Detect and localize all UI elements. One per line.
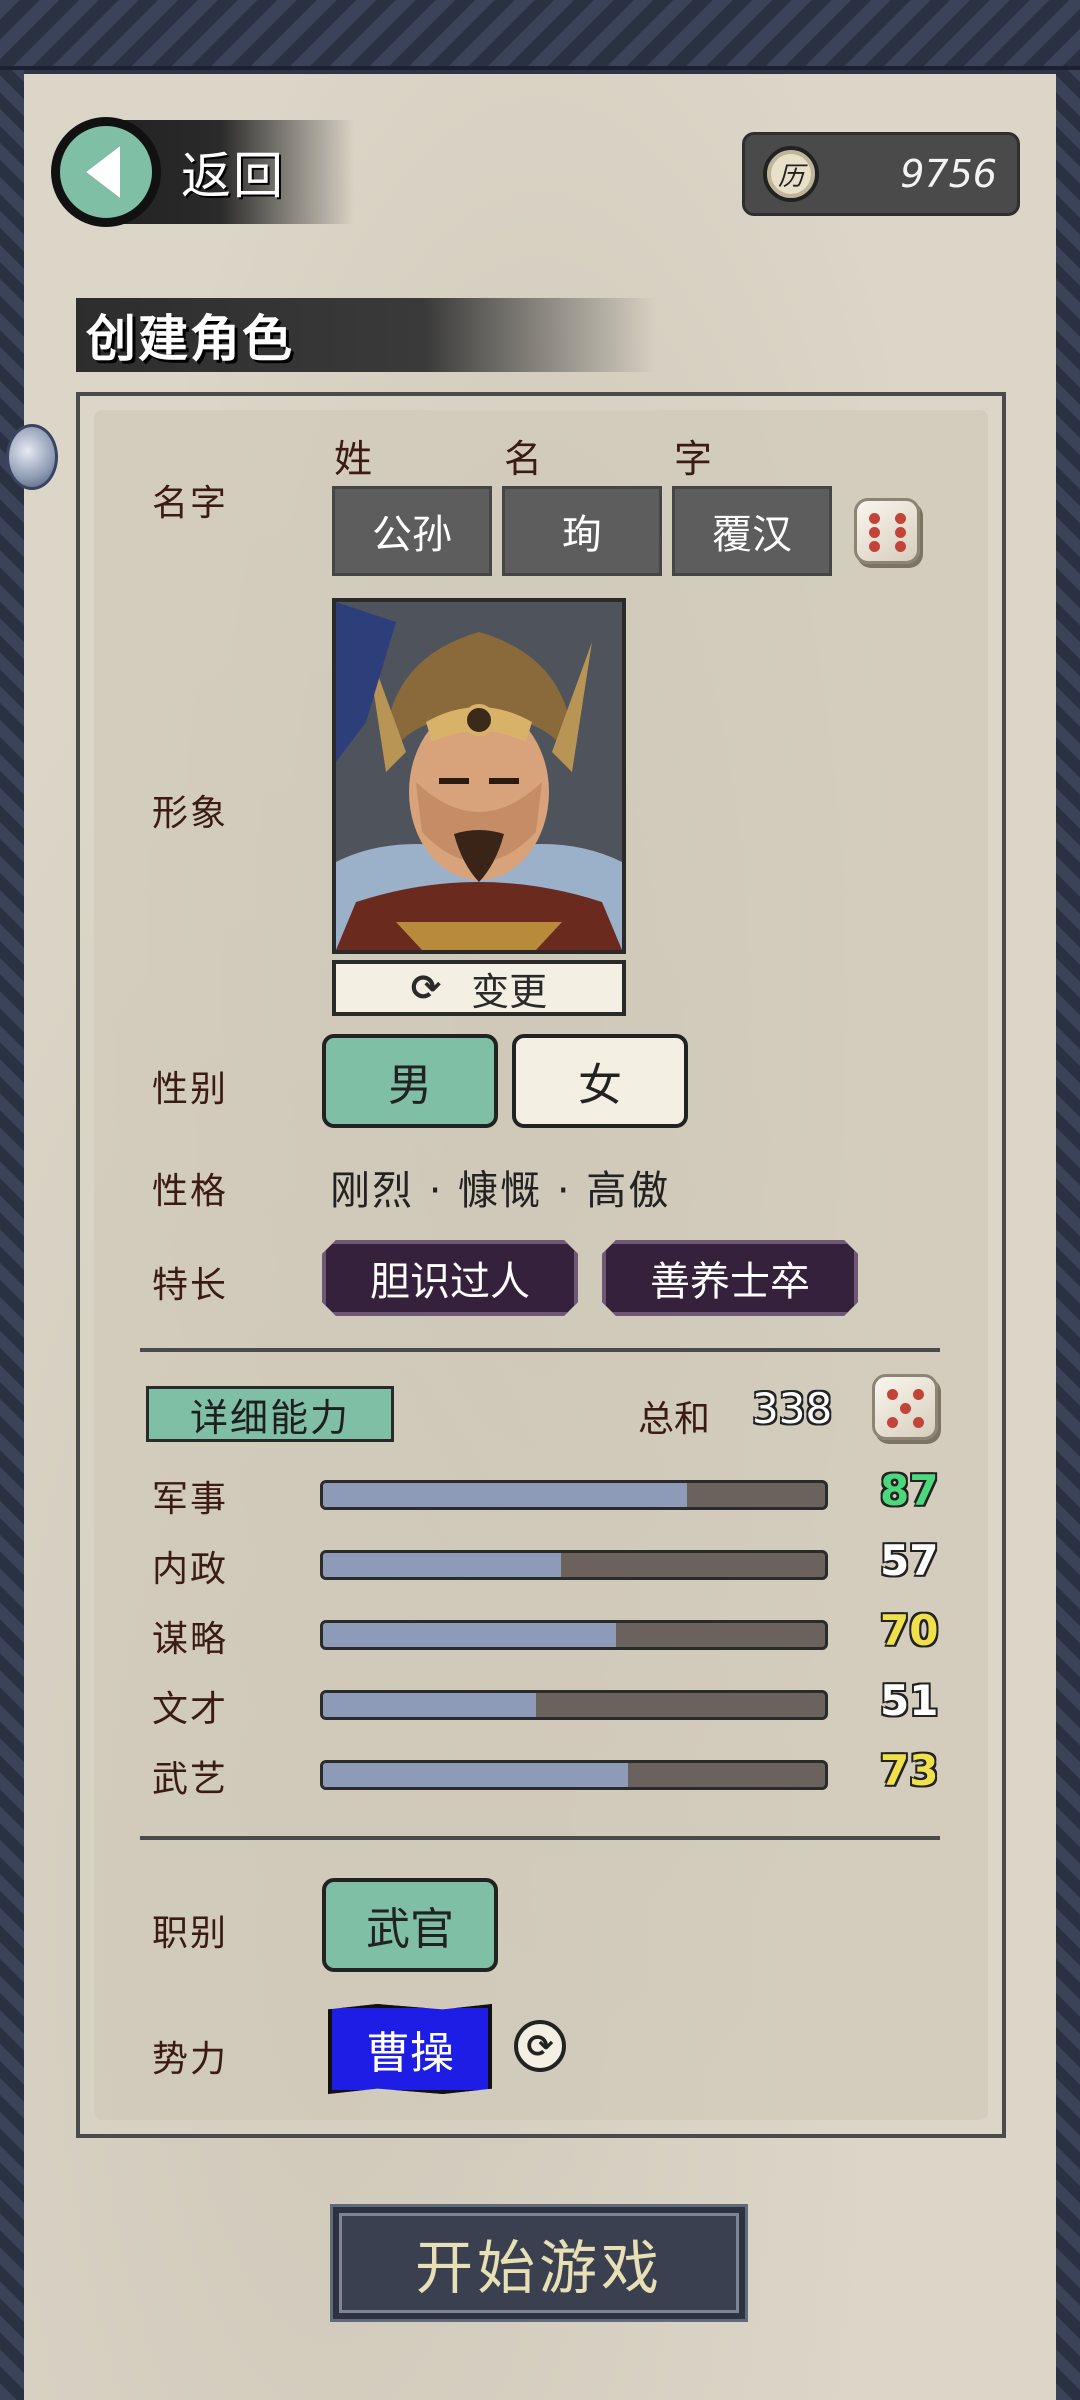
stat-bar-fill [323, 1763, 629, 1787]
stat-bar-fill [323, 1693, 537, 1717]
left-border-ornament [0, 70, 24, 2400]
right-border-ornament [1056, 70, 1080, 2400]
start-game-button[interactable]: 开始游戏 [330, 2204, 748, 2322]
courtesy-name-field[interactable]: 覆汉 [672, 486, 832, 576]
currency-amount: 9756 [900, 152, 997, 196]
portrait-label: 形象 [152, 793, 229, 834]
stat-label: 内政 [152, 1549, 229, 1590]
personality-label: 性格 [152, 1171, 229, 1212]
change-portrait-button[interactable]: ⟳ 变更 [332, 960, 626, 1016]
surname-header: 姓 [334, 437, 373, 481]
coin-icon: 历 [763, 146, 819, 202]
divider [140, 1836, 940, 1840]
faction-refresh-icon[interactable]: ⟳ [514, 2020, 566, 2072]
specialty-item[interactable]: 胆识过人 [322, 1240, 578, 1316]
currency-display: 历 9756 [742, 132, 1020, 216]
stat-label: 军事 [152, 1479, 229, 1520]
gender-male-button[interactable]: 男 [322, 1034, 498, 1128]
back-label: 返回 [181, 147, 285, 205]
stat-bar-fill [323, 1623, 616, 1647]
faction-label: 势力 [152, 2039, 229, 2080]
stat-value: 57 [880, 1536, 939, 1585]
character-portrait [332, 598, 626, 954]
gender-label: 性别 [152, 1069, 229, 1110]
given-name-header: 名 [504, 437, 543, 481]
gender-female-button[interactable]: 女 [512, 1034, 688, 1128]
top-border-ornament [0, 0, 1080, 70]
total-label: 总和 [638, 1399, 711, 1440]
faction-flag[interactable]: 曹操 [328, 2004, 492, 2094]
random-name-dice-icon[interactable] [854, 498, 920, 564]
stat-bar [320, 1620, 828, 1650]
specialty-item[interactable]: 善养士卒 [602, 1240, 858, 1316]
stat-value: 87 [880, 1466, 939, 1515]
stat-bar [320, 1480, 828, 1510]
surname-field[interactable]: 公孙 [332, 486, 492, 576]
page-title: 创建角色 [76, 298, 656, 372]
back-button[interactable]: 返回 [51, 117, 355, 227]
role-label: 职别 [152, 1913, 229, 1954]
role-button[interactable]: 武官 [322, 1878, 498, 1972]
page-title-text: 创建角色 [86, 310, 294, 368]
stat-value: 70 [880, 1606, 939, 1655]
stat-label: 谋略 [152, 1619, 229, 1660]
stat-bar [320, 1550, 828, 1580]
courtesy-name-header: 字 [674, 437, 713, 481]
name-label: 名字 [152, 483, 229, 524]
stat-value: 73 [880, 1746, 939, 1795]
side-scroll-knob [6, 424, 58, 490]
stat-bar [320, 1690, 828, 1720]
change-portrait-label: 变更 [471, 969, 548, 1014]
general-portrait-image [336, 602, 622, 950]
stat-label: 文才 [152, 1689, 229, 1730]
stat-bar [320, 1760, 828, 1790]
stat-value: 51 [880, 1676, 939, 1725]
back-arrow-icon [51, 117, 161, 227]
random-stats-dice-icon[interactable] [872, 1374, 938, 1440]
detail-abilities-tab[interactable]: 详细能力 [146, 1386, 394, 1442]
refresh-icon: ⟳ [410, 967, 442, 1009]
stat-bar-fill [323, 1553, 562, 1577]
stat-bar-fill [323, 1483, 687, 1507]
given-name-field[interactable]: 珣 [502, 486, 662, 576]
total-value: 338 [752, 1384, 833, 1433]
stat-label: 武艺 [152, 1759, 229, 1800]
specialty-label: 特长 [152, 1265, 229, 1306]
divider [140, 1348, 940, 1352]
personality-traits: 刚烈 · 慷慨 · 高傲 [330, 1168, 671, 1214]
